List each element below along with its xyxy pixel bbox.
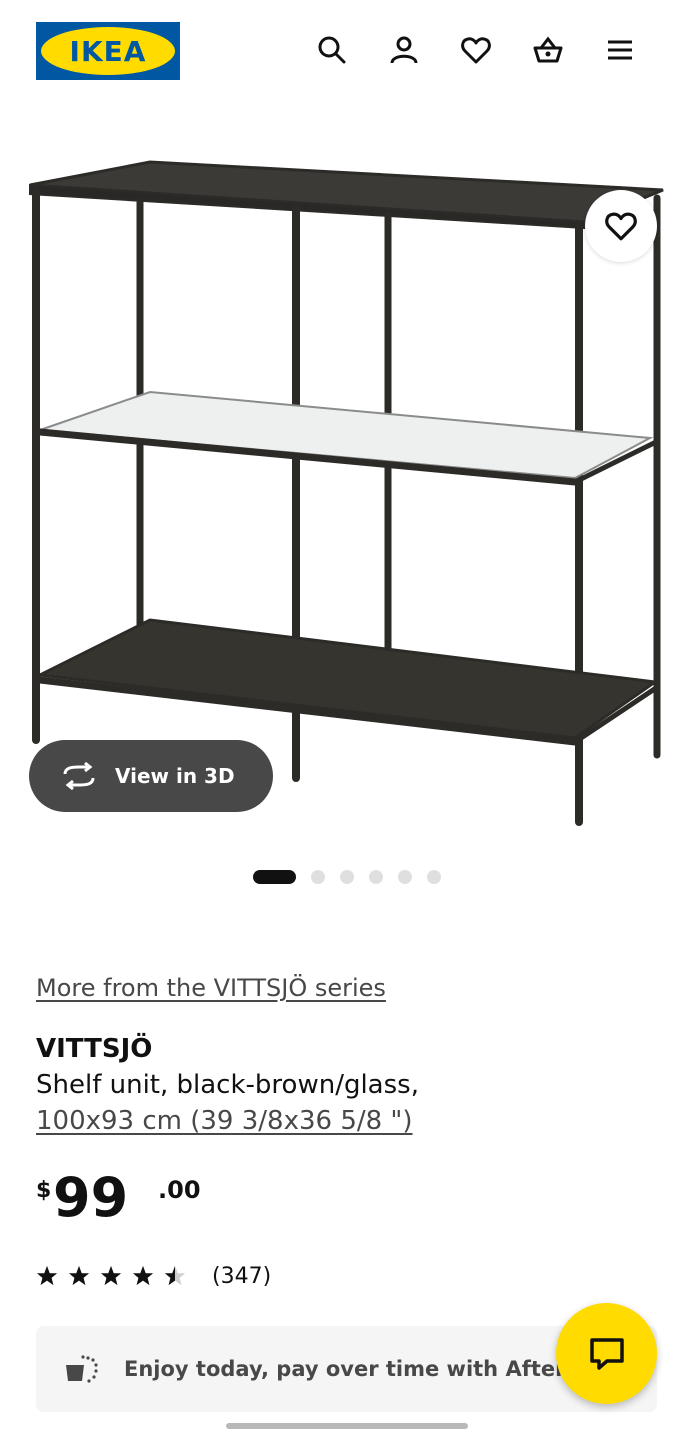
series-link[interactable]: More from the VITTSJÖ series — [36, 974, 386, 1002]
star-half-icon — [164, 1265, 186, 1286]
basket-icon[interactable] — [528, 30, 568, 70]
heart-icon — [605, 212, 637, 241]
chat-button[interactable] — [556, 1303, 657, 1404]
product-image-gallery[interactable]: View in 3D — [0, 110, 693, 840]
favorites-icon[interactable] — [456, 30, 496, 70]
add-to-favorites-button[interactable] — [585, 190, 657, 262]
top-header: IKEA — [0, 0, 693, 100]
pagination-dot[interactable] — [311, 870, 325, 884]
price-currency: $ — [36, 1178, 52, 1203]
product-name: VITTSJÖ — [36, 1034, 153, 1064]
rating-count: (347) — [212, 1263, 272, 1289]
ikea-logo[interactable]: IKEA — [36, 22, 180, 80]
pagination-dot[interactable] — [369, 870, 383, 884]
account-icon[interactable] — [384, 30, 424, 70]
logo-oval: IKEA — [41, 27, 175, 75]
pagination-dot[interactable] — [398, 870, 412, 884]
logo-text: IKEA — [69, 34, 147, 68]
product-rating[interactable]: (347) — [36, 1262, 271, 1290]
search-icon[interactable] — [312, 30, 352, 70]
pagination-dot[interactable] — [427, 870, 441, 884]
pagination-dot-active[interactable] — [253, 870, 296, 884]
price-decimal: .00 — [158, 1176, 201, 1204]
chat-icon — [589, 1337, 624, 1370]
menu-icon[interactable] — [600, 30, 640, 70]
afterpay-text: Enjoy today, pay over time with Afterpay — [124, 1357, 608, 1381]
view-in-3d-button[interactable]: View in 3D — [29, 740, 273, 812]
star-full-icon — [36, 1265, 58, 1286]
afterpay-bag-icon — [66, 1355, 98, 1383]
star-full-icon — [68, 1265, 90, 1286]
price-integer: 99 — [53, 1166, 129, 1229]
product-description: Shelf unit, black-brown/glass, — [36, 1070, 419, 1100]
product-dimensions-link[interactable]: 100x93 cm (39 3/8x36 5/8 ") — [36, 1106, 413, 1136]
home-indicator — [226, 1423, 468, 1429]
rotate-3d-icon — [63, 762, 95, 790]
image-pagination — [0, 870, 693, 884]
pagination-dot[interactable] — [340, 870, 354, 884]
view-in-3d-label: View in 3D — [115, 764, 235, 788]
star-full-icon — [100, 1265, 122, 1286]
star-full-icon — [132, 1265, 154, 1286]
